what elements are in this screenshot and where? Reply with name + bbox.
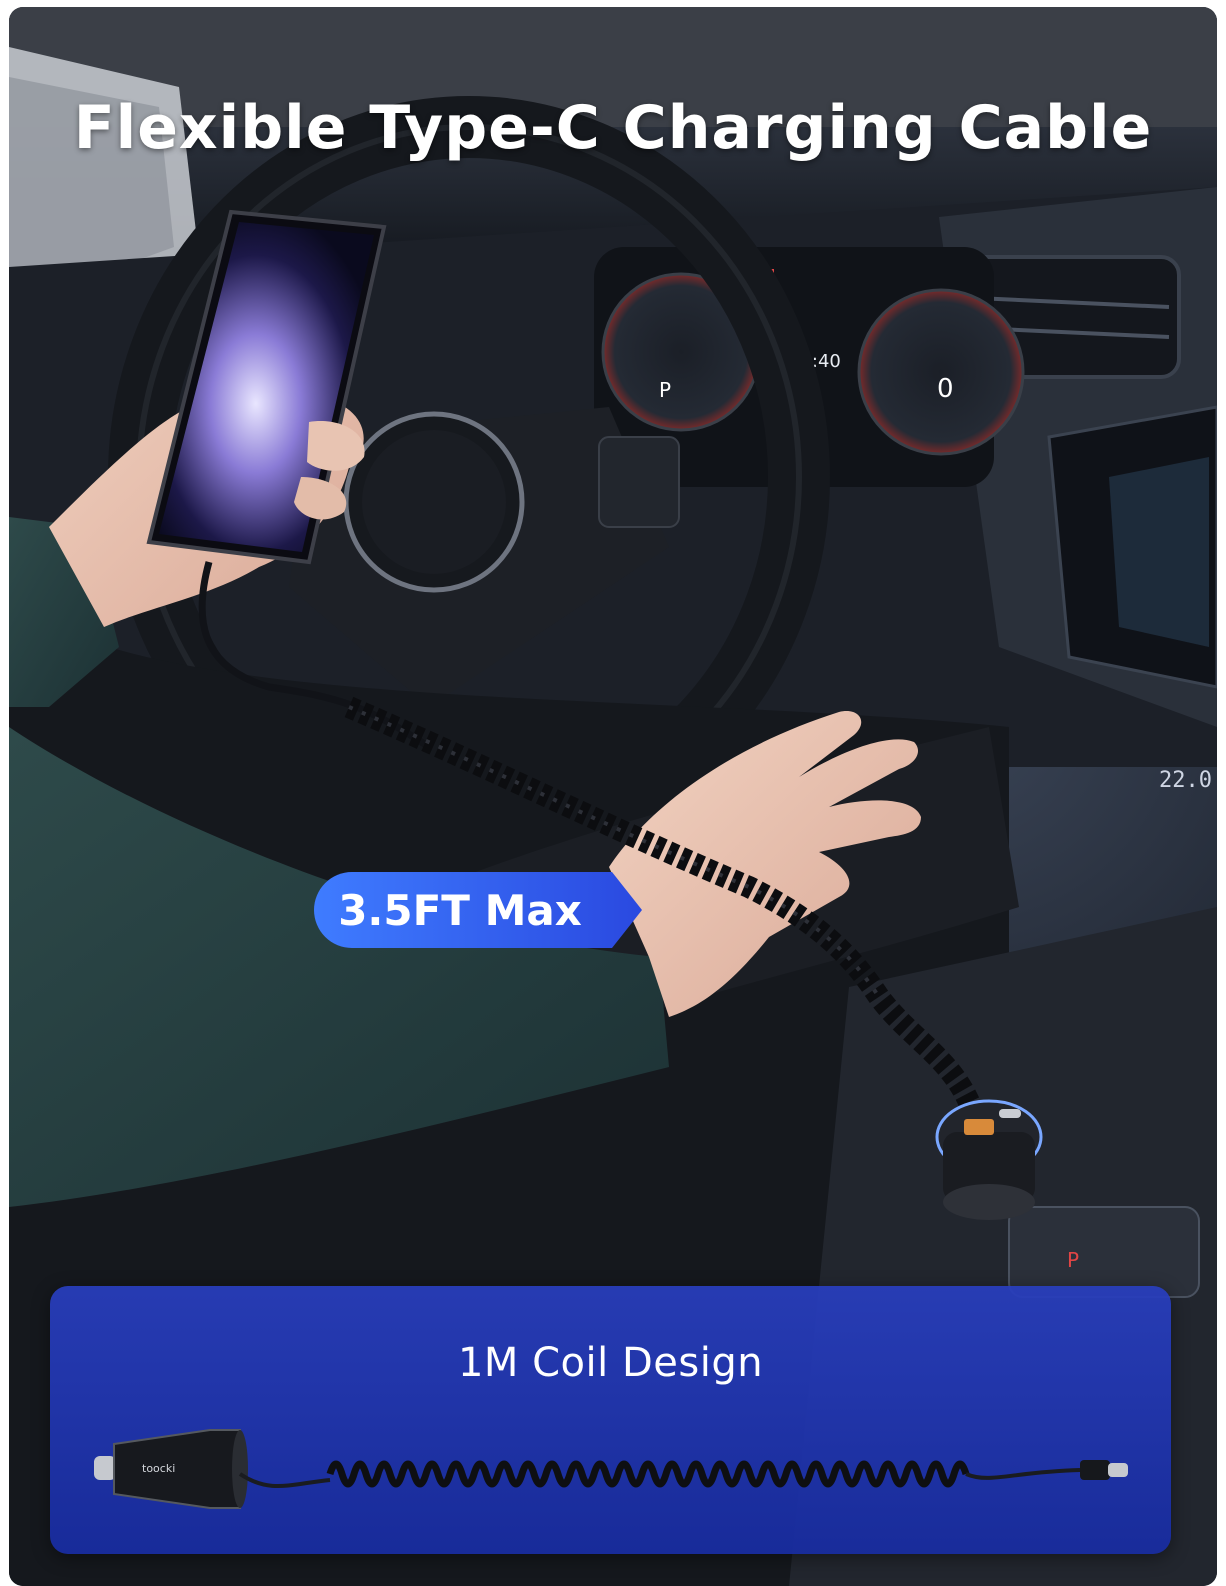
usb-c-connector-icon bbox=[1080, 1460, 1128, 1480]
svg-text:22.0: 22.0 bbox=[1159, 768, 1212, 793]
car-charger bbox=[935, 1099, 1043, 1220]
panel-title: 1M Coil Design bbox=[457, 1340, 764, 1386]
svg-text:0: 0 bbox=[937, 374, 954, 404]
coiled-cable-product: toocki bbox=[94, 1429, 1128, 1509]
headline: Flexible Type-C Charging Cable bbox=[73, 93, 1153, 164]
svg-text:toocki: toocki bbox=[142, 1462, 175, 1475]
svg-text:P: P bbox=[659, 378, 671, 402]
svg-text:P: P bbox=[1067, 1248, 1079, 1272]
coiled-cable-icon bbox=[326, 1460, 970, 1488]
car-charger-icon: toocki bbox=[94, 1429, 248, 1509]
badge-label: 3.5FT Max bbox=[338, 885, 582, 935]
hero-image: 22.0 P 0 16:40 P Flexible Type-C Chargin… bbox=[9, 7, 1217, 1586]
length-badge: 3.5FT Max bbox=[312, 870, 644, 950]
coil-design-panel: 1M Coil Design toocki bbox=[50, 1286, 1171, 1554]
